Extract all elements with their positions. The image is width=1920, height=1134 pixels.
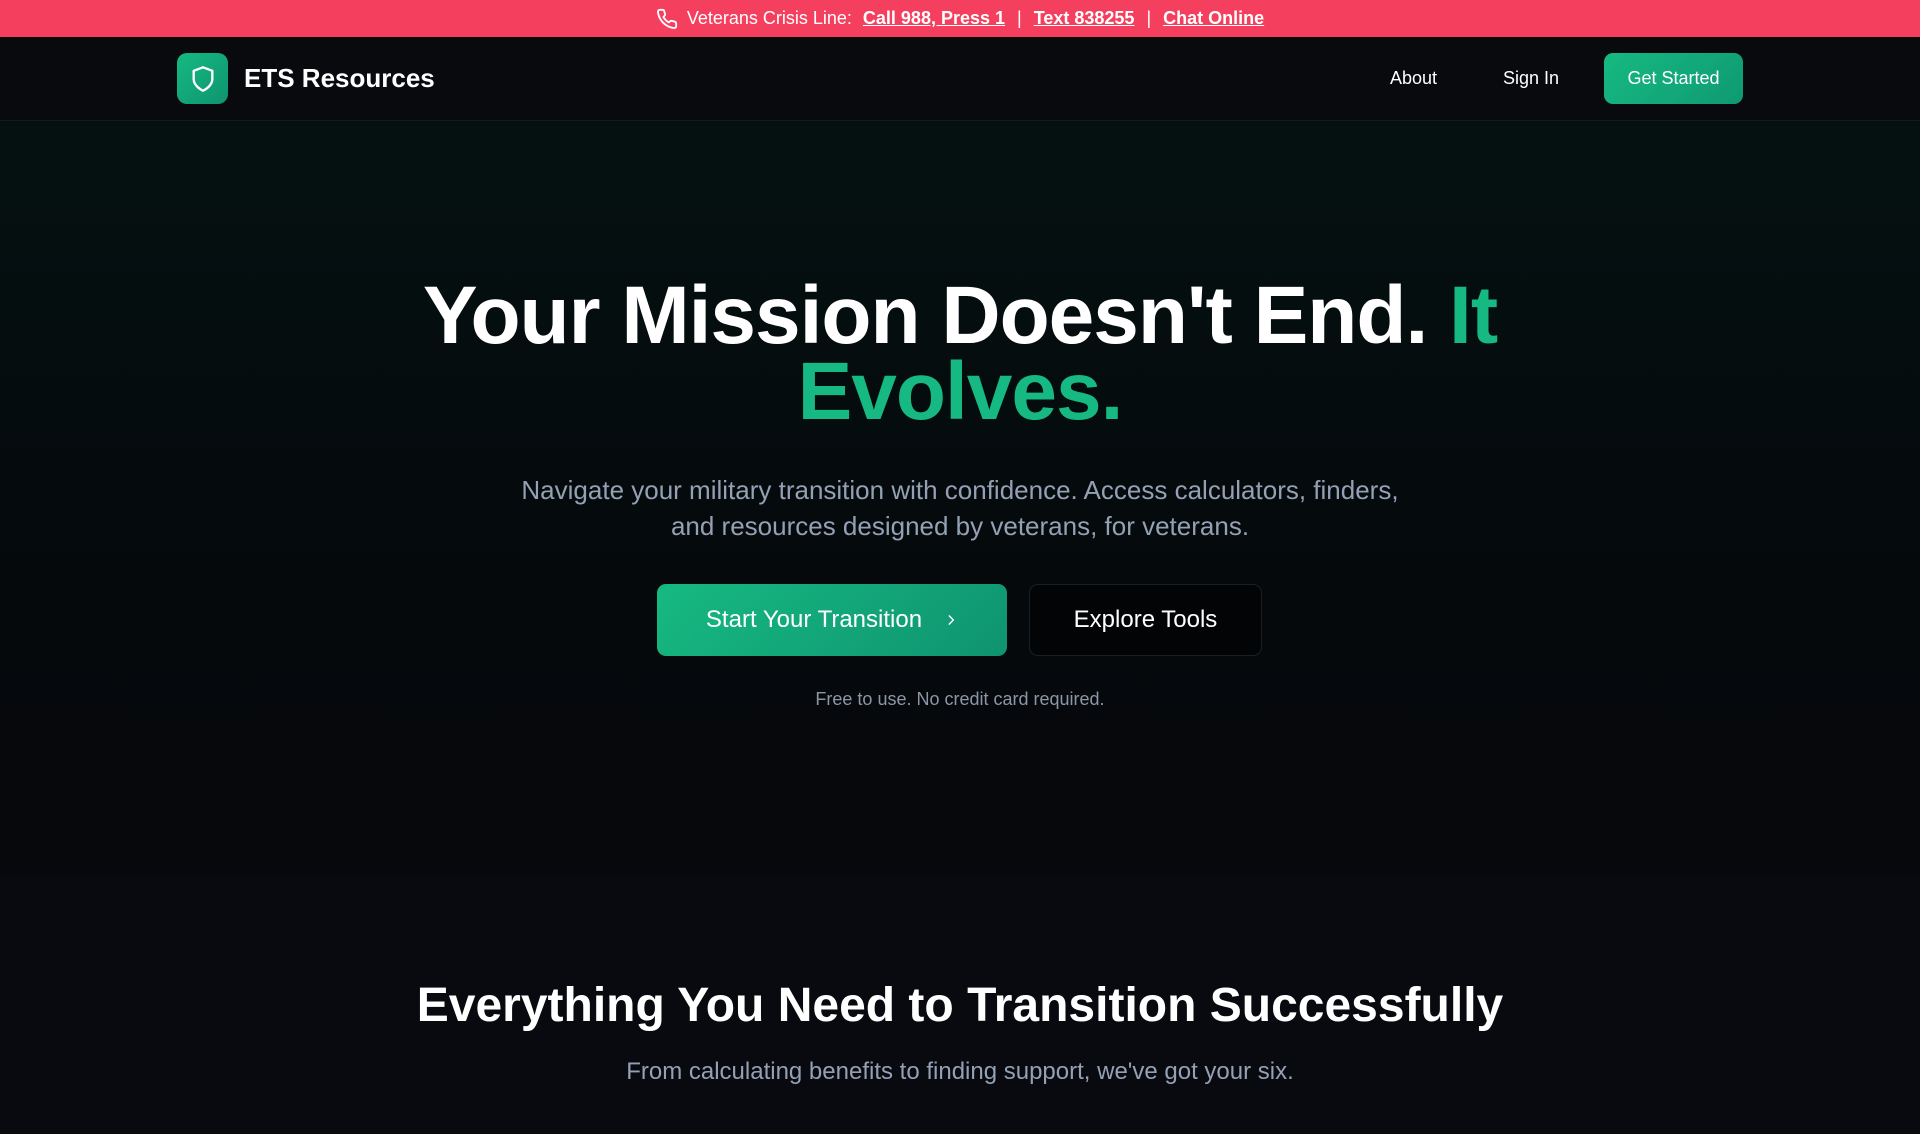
shield-icon <box>189 64 217 94</box>
explore-tools-button[interactable]: Explore Tools <box>1029 584 1262 656</box>
separator: | <box>1146 8 1152 28</box>
crisis-line-label: Veterans Crisis Line: <box>686 8 852 28</box>
nav-link-sign-in[interactable]: Sign In <box>1503 66 1559 90</box>
features-section: Everything You Need to Transition Succes… <box>0 876 1920 1134</box>
start-transition-button[interactable]: Start Your Transition <box>657 584 1007 656</box>
features-subtitle: From calculating benefits to finding sup… <box>626 1058 1294 1085</box>
crisis-line-banner: Veterans Crisis Line: Call 988, Press 1 … <box>0 0 1920 37</box>
crisis-text-link[interactable]: Text 838255 <box>1034 8 1135 29</box>
start-transition-label: Start Your Transition <box>705 606 923 633</box>
crisis-call-link[interactable]: Call 988, Press 1 <box>863 8 1005 29</box>
chevron-right-icon <box>944 612 958 628</box>
separator: | <box>1017 8 1022 28</box>
crisis-chat-link[interactable]: Chat Online <box>1163 8 1264 29</box>
hero-note: Free to use. No credit card required. <box>815 689 1105 709</box>
phone-icon <box>656 8 678 30</box>
nav-link-about[interactable]: About <box>1390 66 1437 90</box>
logo[interactable] <box>177 53 228 104</box>
get-started-button[interactable]: Get Started <box>1604 53 1743 104</box>
hero-title: Your Mission Doesn't End. It Evolves. <box>360 275 1560 433</box>
brand-name[interactable]: ETS Resources <box>244 61 435 95</box>
features-title: Everything You Need to Transition Succes… <box>416 979 1504 1032</box>
top-navbar: ETS Resources About Sign In Get Started <box>0 37 1920 121</box>
hero-subtitle: Navigate your military transition with c… <box>521 475 1399 541</box>
hero-section: Your Mission Doesn't End. It Evolves. Na… <box>0 121 1920 876</box>
